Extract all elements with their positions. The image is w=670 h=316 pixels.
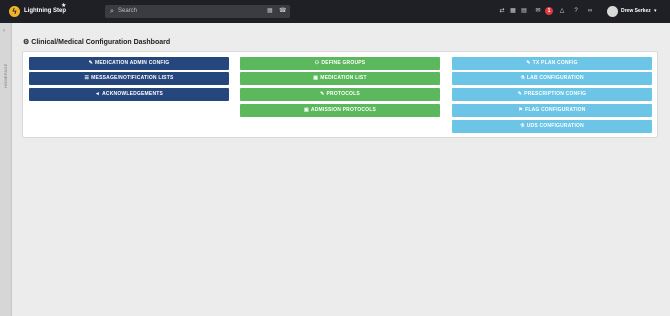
page-title-text: Clinical/Medical Configuration Dashboard <box>31 39 171 46</box>
uds-configuration-button[interactable]: ⚗ UDS CONFIGURATION <box>452 120 652 133</box>
button-label: PROTOCOLS <box>326 91 360 97</box>
button-label: MEDICATION LIST <box>320 75 367 81</box>
lab-configuration-button[interactable]: ⚗ LAB CONFIGURATION <box>452 72 652 85</box>
protocols-button[interactable]: ✎ PROTOCOLS <box>240 88 440 101</box>
pencil-icon: ✎ <box>88 60 94 66</box>
flask-icon: ⚗ <box>520 75 525 81</box>
avatar[interactable] <box>607 6 618 17</box>
medication-list-button[interactable]: ▣ MEDICATION LIST <box>240 72 440 85</box>
acknowledgements-button[interactable]: ◄ ACKNOWLEDGEMENTS <box>29 88 229 101</box>
bell-icon[interactable]: △ <box>558 7 566 16</box>
notification-count-badge[interactable]: 1 <box>545 7 553 15</box>
chat-icon[interactable]: ✉ <box>534 7 542 16</box>
user-menu-chevron-down-icon[interactable]: ▾ <box>654 6 657 17</box>
button-label: UDS CONFIGURATION <box>526 123 584 129</box>
expand-sidebar-chevron-icon[interactable]: ‹ <box>3 28 5 34</box>
medication-admin-config-button[interactable]: ✎ MEDICATION ADMIN CONFIG <box>29 57 229 70</box>
button-label: LAB CONFIGURATION <box>526 75 584 81</box>
message-notification-lists-button[interactable]: ☰ MESSAGE/NOTIFICATION LISTS <box>29 72 229 85</box>
button-label: MEDICATION ADMIN CONFIG <box>95 60 170 66</box>
button-label: TX PLAN CONFIG <box>532 60 578 66</box>
car-icon: ▣ <box>303 107 309 113</box>
button-label: FLAG CONFIGURATION <box>525 107 586 113</box>
button-label: MESSAGE/NOTIFICATION LISTS <box>91 75 174 81</box>
sidebar-homepage-label[interactable]: HOMEPAGE <box>2 43 10 88</box>
brand-name[interactable]: Lightning Step <box>24 6 66 17</box>
search-icon: ⌕ <box>110 8 114 15</box>
top-navbar: ϟ Lightning Step ★ ⌕ Search ▦ ☎ ⇄ ▦ ▤ ✉ … <box>0 0 670 23</box>
pencil-icon: ✎ <box>320 91 325 97</box>
button-label: ADMISSION PROTOCOLS <box>310 107 377 113</box>
tx-plan-config-button[interactable]: ✎ TX PLAN CONFIG <box>452 57 652 70</box>
favorite-star-icon[interactable]: ★ <box>61 3 66 10</box>
lightning-step-logo-icon[interactable]: ϟ <box>9 6 20 17</box>
global-search[interactable]: ⌕ Search ▦ ☎ <box>105 5 290 18</box>
page-title: ⚙ Clinical/Medical Configuration Dashboar… <box>23 37 170 49</box>
admission-protocols-button[interactable]: ▣ ADMISSION PROTOCOLS <box>240 104 440 117</box>
search-input[interactable]: Search <box>118 7 137 16</box>
pencil-icon: ✎ <box>526 60 531 66</box>
gears-icon: ⚙ <box>23 39 30 46</box>
ambulance-icon: ▣ <box>313 75 319 81</box>
flag-icon: ⚑ <box>518 107 524 113</box>
phone-icon[interactable]: ☎ <box>279 7 286 16</box>
calendar-icon[interactable]: ▦ <box>509 7 517 16</box>
search-calendar-icon[interactable]: ▦ <box>267 7 273 16</box>
collapsed-sidebar[interactable]: ‹ HOMEPAGE <box>0 23 12 316</box>
button-label: DEFINE GROUPS <box>321 60 366 66</box>
define-groups-button[interactable]: ⚇ DEFINE GROUPS <box>240 57 440 70</box>
megaphone-icon: ◄ <box>94 91 101 97</box>
pencil-icon: ✎ <box>517 91 523 97</box>
transfer-icon[interactable]: ⇄ <box>498 7 506 16</box>
users-icon: ⚇ <box>314 60 320 66</box>
button-label: PRESCRIPTION CONFIG <box>524 91 587 97</box>
flask-icon: ⚗ <box>520 123 525 129</box>
flag-configuration-button[interactable]: ⚑ FLAG CONFIGURATION <box>452 104 652 117</box>
grid-icon[interactable]: ▤ <box>520 7 528 16</box>
list-icon: ☰ <box>84 75 90 81</box>
help-icon[interactable]: ? <box>572 7 580 16</box>
prescription-config-button[interactable]: ✎ PRESCRIPTION CONFIG <box>452 88 652 101</box>
link-icon[interactable]: ∞ <box>586 7 594 16</box>
button-label: ACKNOWLEDGEMENTS <box>102 91 164 97</box>
user-name[interactable]: Drew Serkez <box>621 6 651 17</box>
